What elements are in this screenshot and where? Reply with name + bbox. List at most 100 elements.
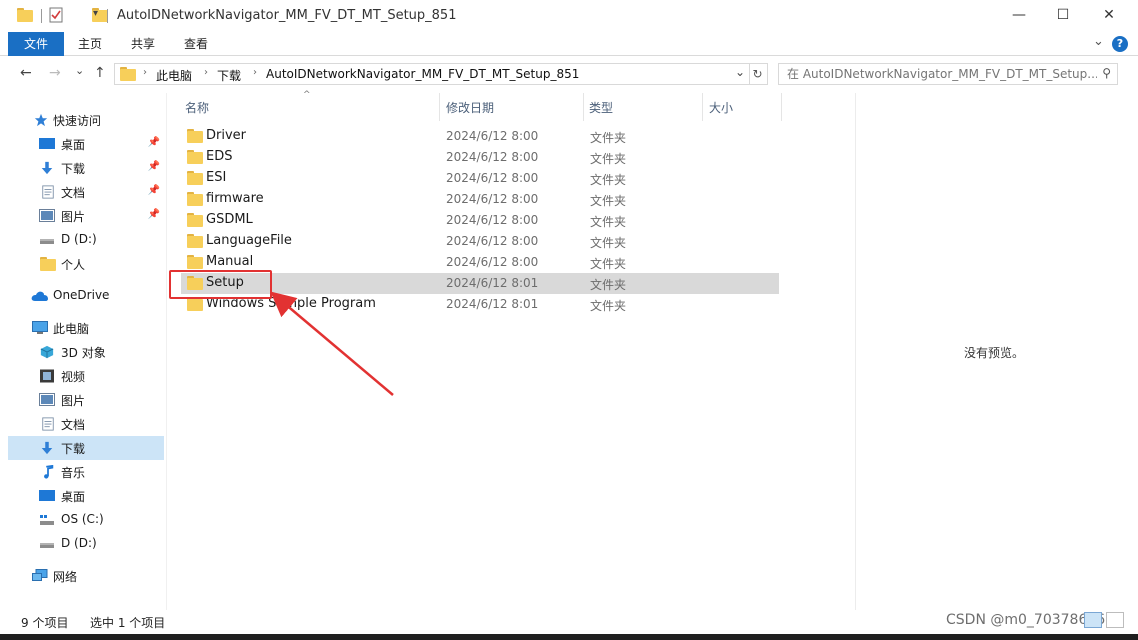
maximize-button[interactable]: ☐ <box>1040 0 1086 30</box>
file-name: LanguageFile <box>206 233 292 248</box>
file-modified: 2024/6/12 8:00 <box>446 234 539 248</box>
sidebar-item-label: OS (C:) <box>61 512 104 526</box>
drive-icon <box>40 239 54 244</box>
customize-toolbar-icon[interactable]: ▾ <box>93 8 98 19</box>
column-header-type[interactable]: 类型 <box>589 99 613 116</box>
expand-ribbon-icon[interactable]: ⌄ <box>1093 34 1104 49</box>
sidebar-item-desktop-pc[interactable]: 桌面 <box>8 484 164 508</box>
folder-icon <box>187 234 203 248</box>
sidebar-item-videos[interactable]: 视频 <box>8 364 164 388</box>
large-icons-view-button[interactable] <box>1106 612 1124 628</box>
forward-icon[interactable]: → <box>49 65 61 81</box>
breadcrumb-current-folder[interactable]: AutoIDNetworkNavigator_MM_FV_DT_MT_Setup… <box>266 67 579 81</box>
sidebar-item-onedrive[interactable]: OneDrive <box>8 284 164 308</box>
sidebar-item-label: D (D:) <box>61 232 97 246</box>
tab-share[interactable]: 共享 <box>120 32 166 56</box>
search-box[interactable]: ⚲ <box>778 63 1118 85</box>
sidebar-item-music[interactable]: 音乐 <box>8 460 164 484</box>
tab-home[interactable]: 主页 <box>68 32 112 56</box>
file-name: GSDML <box>206 212 253 227</box>
breadcrumb-separator: › <box>143 67 147 78</box>
sidebar-item-label: 视频 <box>61 370 86 384</box>
up-icon[interactable]: ↑ <box>94 65 106 81</box>
folder-icon <box>40 257 56 271</box>
sidebar-item-3d-objects[interactable]: 3D 对象 <box>8 340 164 364</box>
video-icon <box>40 369 54 383</box>
3d-objects-icon <box>40 345 54 359</box>
column-header-size[interactable]: 大小 <box>709 99 733 116</box>
file-row-firmware[interactable]: firmware 2024/6/12 8:00 文件夹 <box>181 189 779 210</box>
file-row-esi[interactable]: ESI 2024/6/12 8:00 文件夹 <box>181 168 779 189</box>
file-row-driver[interactable]: Driver 2024/6/12 8:00 文件夹 <box>181 126 779 147</box>
column-header-name[interactable]: 名称 <box>185 99 209 116</box>
desktop-icon <box>39 138 55 149</box>
sidebar-item-label: 图片 <box>61 394 86 408</box>
folder-icon <box>187 255 203 269</box>
sidebar-item-label: 下载 <box>61 162 86 176</box>
sidebar-item-pictures-pc[interactable]: 图片 <box>8 388 164 412</box>
tab-view[interactable]: 查看 <box>173 32 219 56</box>
minimize-button[interactable]: — <box>996 0 1042 30</box>
network-icon <box>32 569 48 581</box>
star-icon <box>34 113 48 127</box>
address-bar[interactable]: › 此电脑 › 下载 › AutoIDNetworkNavigator_MM_F… <box>114 63 750 85</box>
navigation-pane: 快速访问 桌面 📌 下载 📌 文档 📌 图片 📌 D (D:) 个人 OneDr… <box>0 102 166 610</box>
preview-divider[interactable] <box>855 93 856 610</box>
qa-divider <box>41 9 42 23</box>
annotation-highlight-box <box>169 270 272 299</box>
address-row: ← → ⌄ ↑ › 此电脑 › 下载 › AutoIDNetworkNaviga… <box>0 56 1138 93</box>
breadcrumb-downloads[interactable]: 下载 <box>217 67 241 84</box>
sidebar-item-pictures[interactable]: 图片 📌 <box>8 204 164 228</box>
file-row-eds[interactable]: EDS 2024/6/12 8:00 文件夹 <box>181 147 779 168</box>
sidebar-item-drive-d[interactable]: D (D:) <box>8 228 164 252</box>
drive-icon <box>40 543 54 548</box>
sidebar-item-desktop[interactable]: 桌面 📌 <box>8 132 164 156</box>
file-type: 文件夹 <box>590 215 627 229</box>
folder-icon <box>120 67 136 81</box>
column-divider[interactable] <box>781 93 782 121</box>
download-icon <box>41 441 53 455</box>
file-row-languagefile[interactable]: LanguageFile 2024/6/12 8:00 文件夹 <box>181 231 779 252</box>
document-icon <box>42 185 54 199</box>
item-count: 9 个项目 <box>21 616 69 630</box>
breadcrumb-this-pc[interactable]: 此电脑 <box>156 67 192 84</box>
search-input[interactable] <box>787 64 1097 84</box>
sidebar-item-drive-c[interactable]: OS (C:) <box>8 508 164 532</box>
column-divider[interactable] <box>583 93 584 121</box>
folder-icon <box>17 8 33 22</box>
close-button[interactable]: ✕ <box>1086 0 1132 30</box>
sidebar-item-label: 网络 <box>53 570 78 584</box>
file-type: 文件夹 <box>590 152 627 166</box>
column-divider[interactable] <box>439 93 440 121</box>
sidebar-item-drive-d-pc[interactable]: D (D:) <box>8 532 164 556</box>
address-dropdown-icon[interactable]: ⌄ <box>735 65 745 79</box>
folder-icon <box>187 192 203 206</box>
watermark: CSDN @m0_70378696 <box>946 612 1106 628</box>
refresh-icon: ↻ <box>752 67 763 81</box>
column-header-modified[interactable]: 修改日期 <box>446 99 494 116</box>
refresh-button[interactable]: ↻ <box>748 63 768 85</box>
file-list: ^ 名称 修改日期 类型 大小 Driver 2024/6/12 8:00 文件… <box>167 90 853 610</box>
help-icon[interactable]: ? <box>1112 36 1128 52</box>
back-icon[interactable]: ← <box>20 65 32 81</box>
close-icon: ✕ <box>1103 7 1115 23</box>
document-icon <box>42 417 54 431</box>
sidebar-item-quick-access[interactable]: 快速访问 <box>8 108 164 132</box>
file-modified: 2024/6/12 8:00 <box>446 255 539 269</box>
properties-icon[interactable] <box>49 7 63 23</box>
column-divider[interactable] <box>702 93 703 121</box>
computer-icon <box>32 321 48 334</box>
details-view-button[interactable] <box>1084 612 1102 628</box>
recent-locations-icon[interactable]: ⌄ <box>75 64 84 77</box>
file-row-gsdml[interactable]: GSDML 2024/6/12 8:00 文件夹 <box>181 210 779 231</box>
sidebar-item-documents-pc[interactable]: 文档 <box>8 412 164 436</box>
sidebar-item-this-pc[interactable]: 此电脑 <box>8 316 164 340</box>
sidebar-item-label: 个人 <box>61 258 86 272</box>
sidebar-item-documents[interactable]: 文档 📌 <box>8 180 164 204</box>
sidebar-item-network[interactable]: 网络 <box>8 564 164 588</box>
sidebar-item-downloads[interactable]: 下载 📌 <box>8 156 164 180</box>
sidebar-item-downloads-pc[interactable]: 下载 <box>8 436 164 460</box>
sidebar-item-personal[interactable]: 个人 <box>8 252 164 276</box>
sidebar-item-label: 音乐 <box>61 466 86 480</box>
tab-file[interactable]: 文件 <box>8 32 64 56</box>
